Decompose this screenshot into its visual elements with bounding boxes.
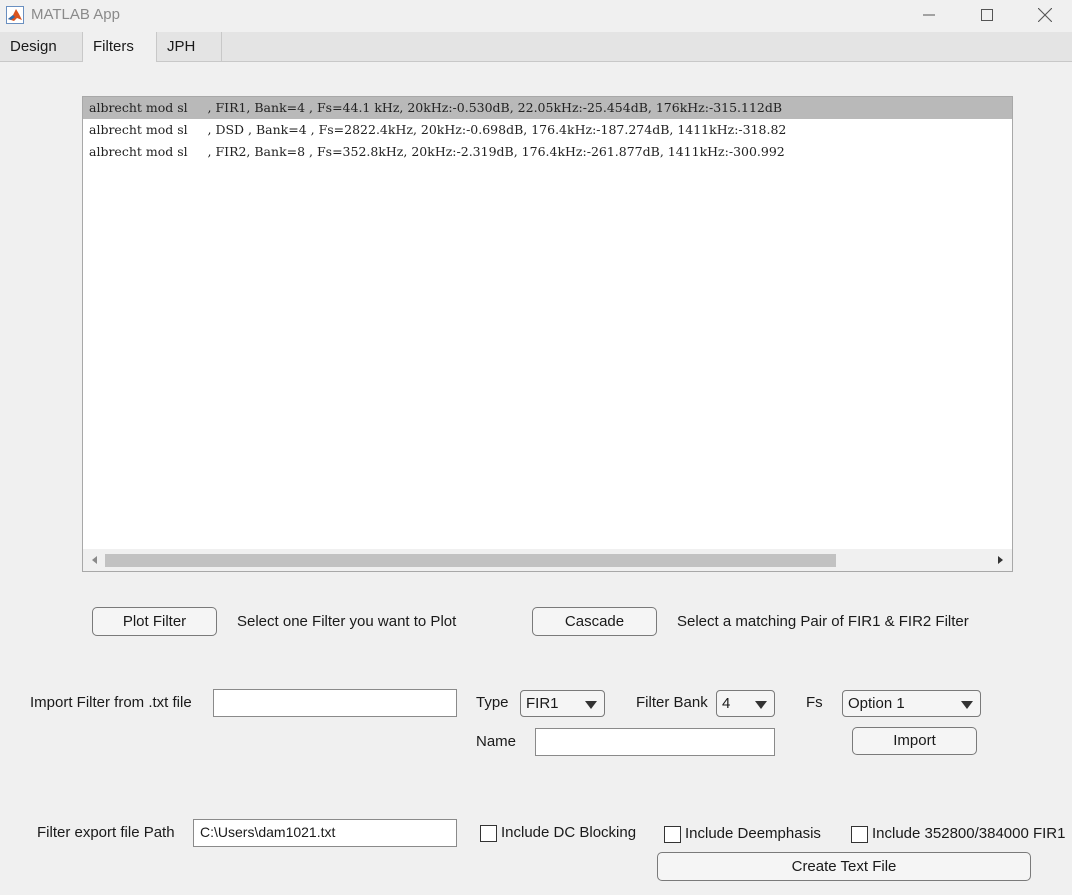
minimize-icon [923, 14, 935, 16]
import-button[interactable]: Import [852, 727, 977, 755]
name-field[interactable] [535, 728, 775, 756]
minimize-button[interactable] [900, 0, 958, 30]
close-icon [1038, 8, 1052, 22]
filter-bank-dropdown[interactable]: 4 [716, 690, 775, 717]
scroll-left-arrow-icon[interactable] [88, 553, 102, 567]
tab-bar: Design Filters JPH [0, 32, 1072, 62]
export-path-field[interactable]: C:\Users\dam1021.txt [193, 819, 457, 847]
scrollbar-thumb[interactable] [105, 554, 836, 567]
window-title: MATLAB App [31, 6, 120, 23]
deemphasis-checkbox[interactable] [664, 826, 681, 843]
filter-listbox[interactable]: albrecht mod sl , FIR1, Bank=4 , Fs=44.1… [82, 96, 1013, 572]
cascade-button[interactable]: Cascade [532, 607, 657, 636]
rate-fir1-checkbox[interactable] [851, 826, 868, 843]
maximize-icon [981, 9, 993, 21]
fs-label: Fs [806, 694, 823, 711]
tab-design[interactable]: Design [0, 32, 82, 61]
list-item[interactable]: albrecht mod sl , FIR2, Bank=8 , Fs=352.… [83, 141, 1012, 163]
import-file-field[interactable] [213, 689, 457, 717]
plot-hint-label: Select one Filter you want to Plot [237, 613, 457, 630]
tab-filters[interactable]: Filters [82, 32, 157, 62]
plot-filter-button[interactable]: Plot Filter [92, 607, 217, 636]
tab-jph[interactable]: JPH [157, 32, 222, 61]
scroll-right-arrow-icon[interactable] [993, 553, 1007, 567]
maximize-button[interactable] [958, 0, 1016, 30]
filter-bank-dropdown-value: 4 [722, 695, 731, 712]
list-item[interactable]: albrecht mod sl , FIR1, Bank=4 , Fs=44.1… [83, 97, 1012, 119]
matlab-icon [6, 6, 24, 24]
rate-fir1-label: Include 352800/384000 FIR1 [872, 825, 1066, 842]
list-item[interactable]: albrecht mod sl , DSD , Bank=4 , Fs=2822… [83, 119, 1012, 141]
title-bar: MATLAB App [0, 0, 1072, 32]
close-button[interactable] [1016, 0, 1072, 30]
dc-blocking-checkbox[interactable] [480, 825, 497, 842]
chevron-down-icon [585, 701, 597, 709]
type-dropdown[interactable]: FIR1 [520, 690, 605, 717]
horizontal-scrollbar[interactable] [83, 549, 1012, 571]
type-dropdown-value: FIR1 [526, 695, 559, 712]
import-file-label: Import Filter from .txt file [30, 694, 192, 711]
filter-bank-label: Filter Bank [636, 694, 708, 711]
cascade-hint-label: Select a matching Pair of FIR1 & FIR2 Fi… [677, 613, 969, 630]
deemphasis-label: Include Deemphasis [685, 825, 821, 842]
fs-dropdown-value: Option 1 [848, 695, 905, 712]
create-text-file-button[interactable]: Create Text File [657, 852, 1031, 881]
dc-blocking-label: Include DC Blocking [501, 824, 637, 841]
fs-dropdown[interactable]: Option 1 [842, 690, 981, 717]
export-path-label: Filter export file Path [37, 824, 175, 841]
chevron-down-icon [755, 701, 767, 709]
chevron-down-icon [961, 701, 973, 709]
name-label: Name [476, 733, 517, 750]
type-label: Type [476, 694, 509, 711]
